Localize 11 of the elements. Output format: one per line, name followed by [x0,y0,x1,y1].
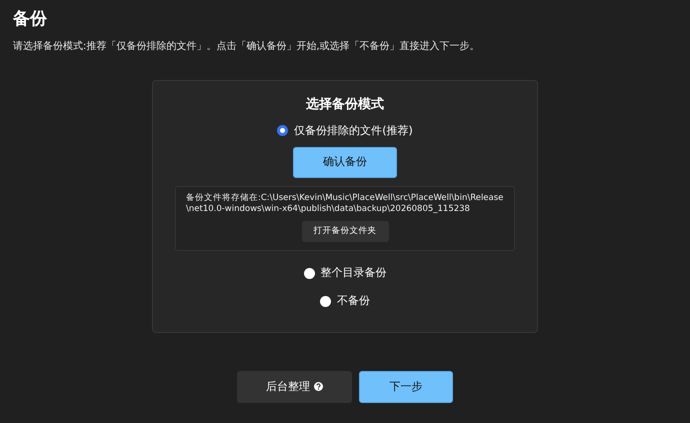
next-button[interactable]: 下一步 [359,370,453,403]
instruction-text: 请选择备份模式:推荐「仅备份排除的文件」。点击「确认备份」开始,或选择「不备份」直接进入下一步。 [13,40,481,54]
open-folder-button[interactable]: 打开备份文件夹 [302,221,388,242]
page-title: 备份 [13,8,48,30]
radio-option[interactable]: 整个目录备份 [304,264,386,282]
panel-title: 选择备份模式 [306,97,384,113]
radio-option[interactable]: 仅备份排除的文件(推荐) [277,122,413,140]
radio-option[interactable]: 不备份 [320,293,370,310]
background-button[interactable]: 后台整理 [237,370,352,403]
confirm-backup-button[interactable]: 确认备份 [293,147,397,178]
storage-path-text: 备份文件将存储在:C:\Users\Kevin\Music\PlaceWell\src\PlaceWell\bin\Release\net10.0-windows\win-x64\publish\data\backup\20260805_115238 [186,193,504,216]
